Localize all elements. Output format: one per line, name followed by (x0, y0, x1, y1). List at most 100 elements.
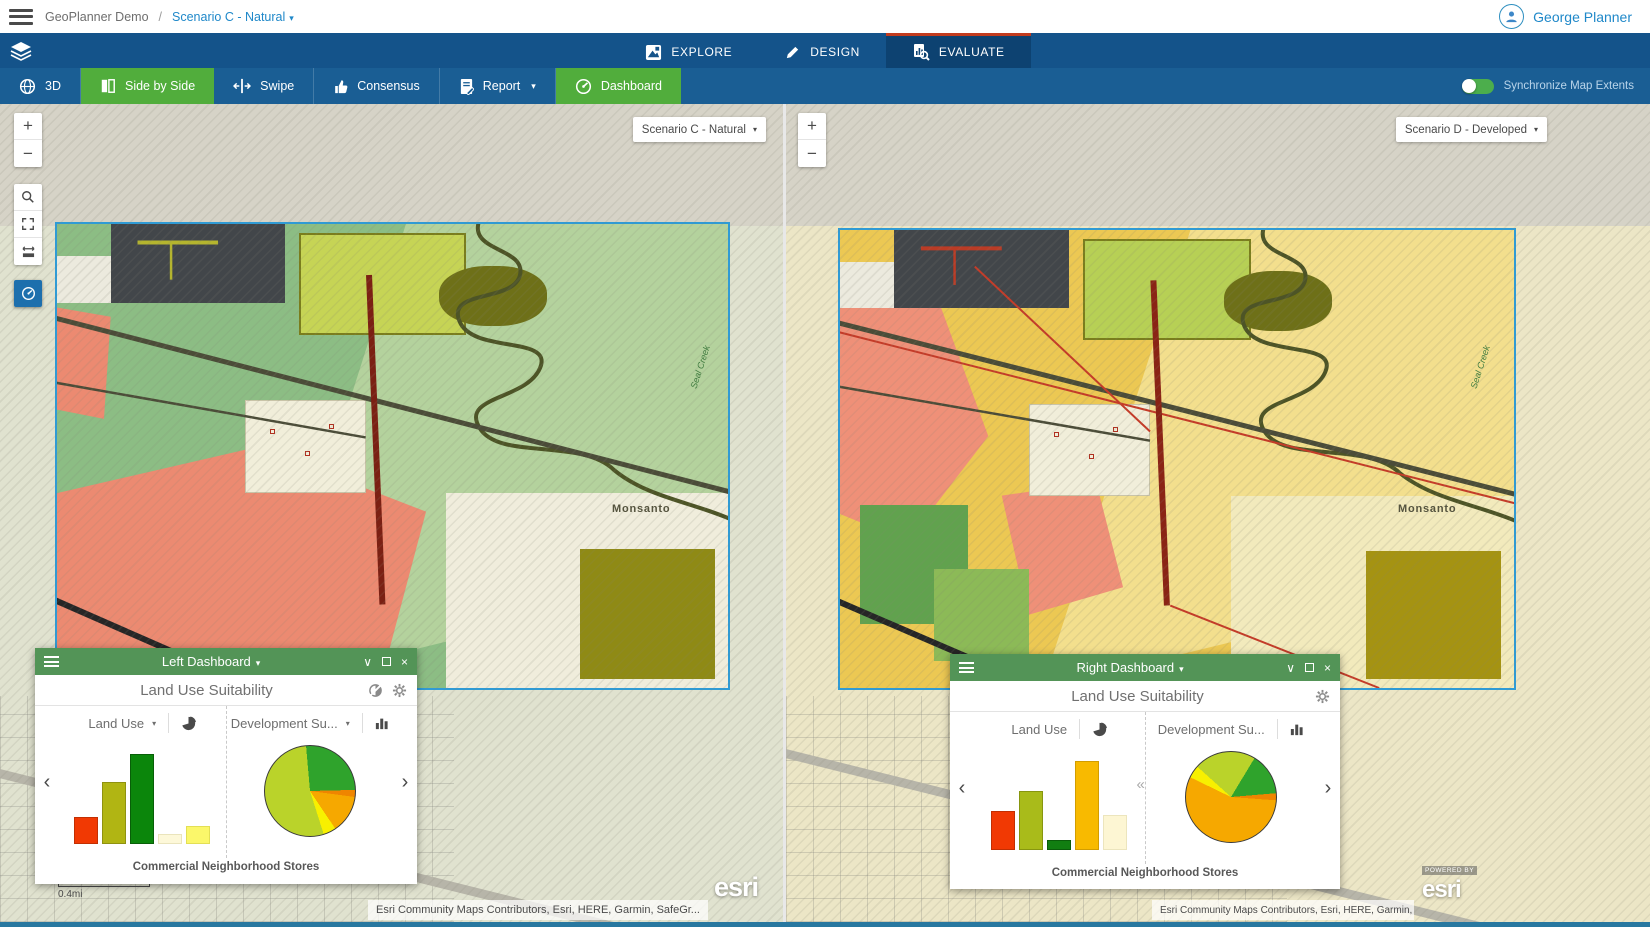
measure-button[interactable] (14, 238, 42, 265)
breadcrumb-app-name: GeoPlanner Demo (45, 10, 149, 24)
collapse-carousel-icon[interactable]: « (1137, 774, 1145, 795)
dashboard-button[interactable]: Dashboard (556, 68, 681, 104)
dashboard-gauge-icon (575, 78, 592, 95)
map-attribution: Esri Community Maps Contributors, Esri, … (1152, 900, 1414, 920)
collapse-icon[interactable]: ∨ (1286, 662, 1295, 674)
eye-hidden-icon[interactable] (368, 683, 383, 698)
scenario-select-value: Scenario D - Developed (1405, 124, 1527, 136)
pie-chart-widget: Development Su... ▾ (227, 706, 394, 858)
geoplanner-app: GeoPlanner Demo / Scenario C - Natural▾ … (0, 0, 1650, 927)
zoom-control: + − (14, 113, 42, 167)
dashboard-active-button[interactable] (14, 280, 42, 307)
collapse-icon[interactable]: ∨ (363, 656, 372, 668)
dashboard-tool (14, 280, 42, 307)
bar-chart-widget: Land Use ▾ (59, 706, 226, 858)
globe-icon (19, 78, 36, 95)
side-by-side-button[interactable]: Side by Side (81, 68, 214, 104)
panel-body: ‹ Land Use ▾ Development Su... (35, 706, 417, 858)
carousel-next-button[interactable]: › (393, 706, 417, 858)
tab-evaluate[interactable]: EVALUATE (886, 33, 1031, 68)
esri-logo: esri (714, 872, 758, 903)
map-view-left[interactable]: Monsanto Seal Creek + − (0, 104, 783, 922)
creek-line (458, 224, 728, 521)
dashboard-label: Dashboard (601, 79, 662, 93)
map-attribution: Esri Community Maps Contributors, Esri, … (368, 900, 708, 920)
bar-chart-icon[interactable] (1290, 722, 1304, 736)
panel-body: ‹ Land Use « Developmen (950, 712, 1340, 864)
swipe-button[interactable]: Swipe (214, 68, 314, 104)
place-label-monsanto: Monsanto (1398, 503, 1456, 515)
panel-title-dropdown[interactable]: Left Dashboard▾ (59, 654, 363, 669)
bar-chart-icon[interactable] (375, 716, 389, 730)
pie-chart-icon[interactable] (181, 716, 196, 731)
sync-map-extents-label: Synchronize Map Extents (1504, 80, 1634, 92)
esri-logo: esri (1422, 876, 1461, 904)
land-use-bar-chart (59, 754, 226, 844)
zoom-control: + − (798, 113, 826, 167)
bar-segment (1103, 815, 1127, 850)
close-icon[interactable]: × (1324, 662, 1331, 674)
gear-icon[interactable] (1315, 689, 1330, 704)
user-avatar[interactable] (1499, 4, 1524, 29)
zoom-out-button[interactable]: − (14, 140, 42, 167)
panel-title-dropdown[interactable]: Right Dashboard▾ (974, 660, 1286, 675)
widget-title-row: Land Use Suitability (950, 681, 1340, 712)
map-view-right[interactable]: Monsanto Seal Creek + − Scenario D - Dev… (786, 104, 1650, 922)
person-icon (1504, 9, 1519, 24)
development-suitability-pie-chart (264, 745, 356, 837)
search-button[interactable] (14, 184, 42, 211)
caret-down-icon[interactable]: ▾ (346, 719, 350, 728)
zoom-in-button[interactable]: + (14, 113, 42, 140)
map-container: Monsanto Seal Creek + − (0, 104, 1650, 922)
scale-label: 0.4mi (58, 889, 150, 900)
close-icon[interactable]: × (401, 656, 408, 668)
expand-extent-button[interactable] (14, 211, 42, 238)
carousel-prev-button[interactable]: ‹ (35, 706, 59, 858)
roads-overlay (57, 224, 728, 688)
report-button[interactable]: Report ▾ (440, 68, 556, 104)
carousel-next-button[interactable]: › (1316, 712, 1340, 864)
report-label: Report (483, 79, 521, 93)
caret-down-icon[interactable]: ▾ (152, 719, 156, 728)
tab-design[interactable]: DESIGN (758, 33, 886, 68)
panel-header[interactable]: Left Dashboard▾ ∨ × (35, 648, 417, 675)
sync-map-extents-toggle[interactable] (1462, 79, 1494, 94)
widget-title: Land Use Suitability (45, 682, 368, 699)
maximize-icon[interactable] (382, 657, 391, 666)
zoom-out-button[interactable]: − (798, 140, 826, 167)
pie-chart-icon[interactable] (1092, 722, 1107, 737)
carousel-prev-button[interactable]: ‹ (950, 712, 974, 864)
chart-type-label: Land Use (1011, 722, 1067, 737)
gear-icon[interactable] (392, 683, 407, 698)
thumbs-up-icon (333, 78, 348, 94)
breadcrumb-scenario-link[interactable]: Scenario C - Natural▾ (172, 10, 294, 24)
zoom-in-button[interactable]: + (798, 113, 826, 140)
user-name[interactable]: George Planner (1533, 9, 1632, 25)
chart-footer-label: Commercial Neighborhood Stores (35, 858, 417, 884)
development-suitability-pie-chart (1185, 751, 1277, 843)
panel-menu-icon[interactable] (44, 656, 59, 667)
chart-footer-label: Commercial Neighborhood Stores (950, 864, 1340, 890)
maximize-icon[interactable] (1305, 663, 1314, 672)
layers-button[interactable] (0, 33, 42, 68)
panel-menu-icon[interactable] (959, 662, 974, 673)
evaluate-chart-icon (912, 43, 930, 61)
pencil-icon (784, 44, 801, 61)
scenario-select-right[interactable]: Scenario D - Developed ▾ (1396, 117, 1547, 142)
swipe-label: Swipe (260, 79, 294, 93)
3d-label: 3D (45, 79, 61, 93)
panel-title: Right Dashboard (1077, 660, 1175, 675)
scenario-select-left[interactable]: Scenario C - Natural ▾ (633, 117, 766, 142)
hamburger-menu-icon[interactable] (9, 9, 33, 25)
consensus-button[interactable]: Consensus (314, 68, 440, 104)
right-dashboard-panel: Right Dashboard▾ ∨ × Land Use Suitabilit… (950, 654, 1340, 889)
3d-button[interactable]: 3D (0, 68, 81, 104)
tab-explore[interactable]: EXPLORE (619, 33, 758, 68)
pie-chart-widget: Development Su... (1146, 712, 1317, 864)
chart-type-label: Development Su... (1158, 722, 1265, 737)
caret-down-icon: ▾ (1534, 125, 1538, 134)
bar-segment (1047, 840, 1071, 850)
land-use-bar-chart (974, 761, 1145, 850)
caret-down-icon: ▾ (753, 125, 757, 134)
panel-header[interactable]: Right Dashboard▾ ∨ × (950, 654, 1340, 681)
